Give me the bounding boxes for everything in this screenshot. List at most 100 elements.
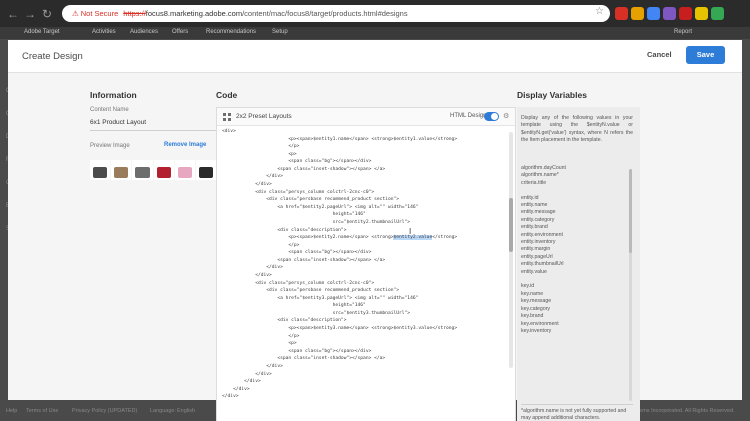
- nav-audiences[interactable]: Audiences: [130, 29, 158, 35]
- html-design-label: HTML Design: [450, 113, 487, 119]
- variable-item: entity.inventory: [521, 239, 556, 246]
- nav-activities[interactable]: Activities: [92, 29, 116, 35]
- code-line: <span class="inset-shadow"></span> </a>: [222, 166, 386, 172]
- code-heading: Code: [216, 90, 238, 100]
- url-path: /content/mac/focus8/target/products.html…: [242, 9, 408, 18]
- browser-extension-icon[interactable]: [711, 7, 724, 20]
- nav-setup[interactable]: Setup: [272, 29, 288, 35]
- variable-item: key.brand: [521, 313, 544, 320]
- code-line: </p>: [222, 242, 300, 248]
- code-line: <div class="persys_column colctrl-2cnc-c…: [222, 280, 375, 286]
- footer-terms[interactable]: Terms of Use: [26, 408, 58, 414]
- code-scrollbar-thumb[interactable]: [509, 198, 513, 252]
- variable-item: key.id: [521, 283, 535, 290]
- variable-item: entity.margin: [521, 246, 551, 253]
- code-line: <div class="description">: [222, 227, 347, 233]
- browser-extension-icon[interactable]: [615, 7, 628, 20]
- url-scheme: https://: [123, 9, 146, 18]
- preset-layout-name[interactable]: 2x2 Preset Layouts: [236, 113, 292, 120]
- variable-item: entity.pageUrl: [521, 253, 553, 260]
- code-line: <a href="$entity3.pageUrl"> <img alt="" …: [222, 295, 419, 301]
- preview-thumbnail: [111, 160, 132, 180]
- display-variables-panel: Display any of the following values in y…: [517, 107, 640, 421]
- variable-group-gap: [521, 276, 621, 283]
- code-line: </p>: [222, 333, 300, 339]
- browser-extension-icon[interactable]: [663, 7, 676, 20]
- algorithm-note: *algorithm.name is not yet fully support…: [521, 404, 633, 421]
- preview-thumbnail: [195, 160, 217, 180]
- display-variables-heading: Display Variables: [517, 90, 587, 100]
- browser-extension-icon[interactable]: [631, 7, 644, 20]
- warning-icon: ⚠: [72, 9, 79, 18]
- nav-recommendations[interactable]: Recommendations: [206, 29, 256, 35]
- remove-image-link[interactable]: Remove Image: [164, 142, 206, 148]
- code-line: <span class="inset-shadow"></span> </a>: [222, 257, 386, 263]
- variable-item: key.inventory: [521, 327, 552, 334]
- forward-icon[interactable]: →: [23, 7, 37, 21]
- variable-item: algorithm.name*: [521, 172, 559, 179]
- brand-label: Adobe Target: [24, 29, 60, 35]
- code-line: <span class="bg"></span></div>: [222, 348, 372, 354]
- content-name-field[interactable]: 6x1 Product Layout: [90, 119, 216, 131]
- code-line: <p>: [222, 151, 297, 157]
- code-line: <p><span>$entity2.name</span> <strong>$e…: [222, 235, 458, 241]
- display-variables-description: Display any of the following values in y…: [521, 115, 633, 144]
- settings-icon[interactable]: ⚙: [503, 112, 509, 120]
- bookmark-star-icon[interactable]: ☆: [595, 6, 604, 17]
- save-button[interactable]: Save: [686, 46, 725, 64]
- code-line: src="$entity3.thumbnailUrl">: [222, 310, 411, 316]
- variable-item: entity.environment: [521, 231, 564, 238]
- variable-item: algorithm.dayCount: [521, 165, 566, 171]
- footer-language-label: Language:: [150, 408, 176, 414]
- variable-item: key.environment: [521, 320, 559, 327]
- footer-language-value[interactable]: English: [177, 408, 195, 414]
- information-heading: Information: [90, 90, 137, 100]
- code-line: <div class="persbase recommend_product s…: [222, 197, 400, 203]
- footer-privacy[interactable]: Privacy Policy (UPDATED): [72, 408, 137, 414]
- variable-item: key.category: [521, 305, 551, 312]
- variable-item: criteria.title: [521, 179, 547, 186]
- variable-item: entity.id: [521, 194, 539, 201]
- back-icon[interactable]: ←: [6, 7, 20, 21]
- browser-extension-icon[interactable]: [647, 7, 660, 20]
- code-line: </div>: [222, 182, 272, 188]
- browser-extension-icon[interactable]: [695, 7, 708, 20]
- layout-grid-icon[interactable]: [223, 113, 231, 121]
- variable-item: entity.message: [521, 209, 556, 216]
- html-design-toggle[interactable]: [484, 112, 499, 121]
- code-line: <div class="persys_column colctrl-2cnc-c…: [222, 189, 375, 195]
- code-toolbar: 2x2 Preset Layouts HTML Design ⚙: [217, 108, 515, 126]
- code-line: </div>: [222, 265, 283, 271]
- code-line: <div class="persbase recommend_product s…: [222, 288, 400, 294]
- browser-extension-icon[interactable]: [679, 7, 692, 20]
- variable-item: key.message: [521, 298, 552, 305]
- code-editor-panel: 2x2 Preset Layouts HTML Design ⚙ <div> <…: [216, 107, 516, 421]
- browser-toolbar: ← → ↻ ⚠ Not Secure https://focus8.marketin…: [0, 0, 750, 27]
- code-line: <span class="inset-shadow"></span> </a>: [222, 356, 386, 362]
- code-line: </div>: [222, 174, 283, 180]
- url-host: focus8.marketing.adobe.com: [145, 9, 243, 18]
- variable-list-scrollbar-thumb[interactable]: [629, 169, 632, 253]
- variable-item: entity.category: [521, 216, 555, 223]
- text-cursor-icon: I: [409, 227, 412, 236]
- code-line: <div>: [222, 129, 236, 134]
- cancel-button[interactable]: Cancel: [647, 50, 672, 59]
- dialog-title: Create Design: [22, 51, 83, 62]
- reload-icon[interactable]: ↻: [40, 7, 54, 21]
- code-line: </div>: [222, 379, 261, 385]
- variable-list-scrollbar[interactable]: [629, 169, 632, 401]
- footer-help[interactable]: Help: [6, 408, 17, 414]
- nav-offers[interactable]: Offers: [172, 29, 188, 35]
- address-bar[interactable]: ⚠ Not Secure https://focus8.marketing.adob…: [62, 5, 610, 22]
- security-label: Not Secure: [80, 9, 119, 18]
- create-design-dialog: Create Design Cancel Save Information Co…: [8, 40, 742, 421]
- code-scrollbar[interactable]: [509, 132, 513, 368]
- code-line: height="146": [222, 212, 366, 218]
- variable-item: entity.value: [521, 268, 547, 275]
- nav-report[interactable]: Report: [674, 29, 692, 35]
- variable-item: entity.brand: [521, 224, 548, 231]
- variable-item: entity.name: [521, 202, 548, 209]
- dialog-header: Create Design Cancel Save: [8, 40, 742, 73]
- code-line: </p>: [222, 144, 300, 150]
- code-editor[interactable]: <div> <p><span>$entity1.name</span> <str…: [217, 126, 515, 421]
